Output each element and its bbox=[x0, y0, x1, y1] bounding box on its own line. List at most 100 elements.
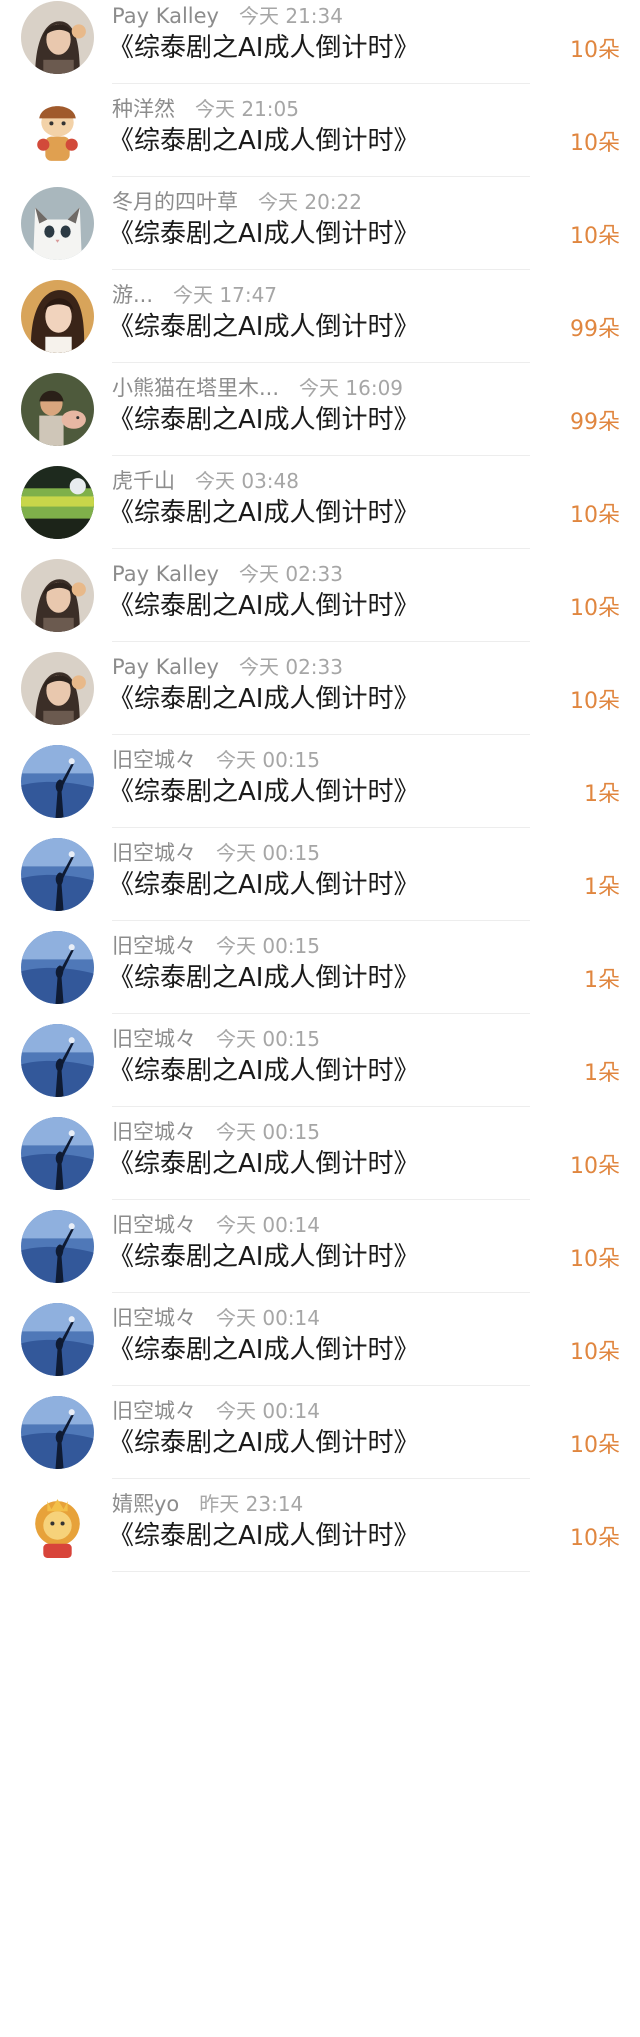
gift-record-row[interactable]: 虎千山 今天 03:48 《综泰剧之AI成人倒计时》 10朵 bbox=[0, 456, 640, 549]
book-title[interactable]: 《综泰剧之AI成人倒计时》 bbox=[108, 496, 419, 530]
record-meta: 旧空城々 今天 00:15 bbox=[112, 745, 320, 775]
gift-record-row[interactable]: Pay Kalley 今天 02:33 《综泰剧之AI成人倒计时》 10朵 bbox=[0, 642, 640, 735]
gift-count: 1朵 bbox=[584, 875, 620, 900]
gift-count: 10朵 bbox=[570, 38, 620, 63]
avatar-silhouette-icon[interactable] bbox=[21, 745, 94, 818]
record-time: 今天 17:47 bbox=[173, 283, 278, 307]
gift-record-row[interactable]: Pay Kalley 今天 21:34 《综泰剧之AI成人倒计时》 10朵 bbox=[0, 0, 640, 84]
divider bbox=[112, 1571, 530, 1572]
book-title[interactable]: 《综泰剧之AI成人倒计时》 bbox=[108, 682, 419, 716]
user-name[interactable]: 旧空城々 bbox=[112, 1213, 196, 1237]
avatar-cartoon-icon[interactable] bbox=[21, 94, 94, 167]
book-title[interactable]: 《综泰剧之AI成人倒计时》 bbox=[108, 868, 419, 902]
gift-record-row[interactable]: 旧空城々 今天 00:15 《综泰剧之AI成人倒计时》 10朵 bbox=[0, 1107, 640, 1200]
book-title[interactable]: 《综泰剧之AI成人倒计时》 bbox=[108, 961, 419, 995]
avatar-landscape-icon[interactable] bbox=[21, 466, 94, 539]
record-time: 今天 00:15 bbox=[216, 1027, 320, 1051]
record-meta: 旧空城々 今天 00:15 bbox=[112, 931, 320, 961]
avatar-lion-icon[interactable] bbox=[21, 1489, 94, 1562]
record-time: 今天 21:34 bbox=[238, 4, 343, 28]
avatar-silhouette-icon[interactable] bbox=[21, 931, 94, 1004]
book-title[interactable]: 《综泰剧之AI成人倒计时》 bbox=[108, 1426, 419, 1460]
user-name[interactable]: 冬月的四叶草 bbox=[112, 190, 238, 214]
avatar-silhouette-icon[interactable] bbox=[21, 838, 94, 911]
gift-count: 10朵 bbox=[570, 131, 620, 156]
user-name[interactable]: 旧空城々 bbox=[112, 1120, 196, 1144]
record-meta: 婧熙yo 昨天 23:14 bbox=[112, 1489, 303, 1519]
user-name[interactable]: Pay Kalley bbox=[112, 655, 219, 679]
user-name[interactable]: 游... bbox=[112, 283, 153, 307]
gift-record-row[interactable]: Pay Kalley 今天 02:33 《综泰剧之AI成人倒计时》 10朵 bbox=[0, 549, 640, 642]
avatar-girl-icon[interactable] bbox=[21, 652, 94, 725]
gift-record-row[interactable]: 旧空城々 今天 00:15 《综泰剧之AI成人倒计时》 1朵 bbox=[0, 828, 640, 921]
record-time: 今天 16:09 bbox=[299, 376, 404, 400]
record-meta: 冬月的四叶草 今天 20:22 bbox=[112, 187, 362, 217]
avatar-woman-icon[interactable] bbox=[21, 280, 94, 353]
gift-record-row[interactable]: 婧熙yo 昨天 23:14 《综泰剧之AI成人倒计时》 10朵 bbox=[0, 1479, 640, 1572]
record-time: 今天 00:14 bbox=[216, 1213, 320, 1237]
record-meta: 种洋然 今天 21:05 bbox=[112, 94, 299, 124]
gift-record-row[interactable]: 旧空城々 今天 00:14 《综泰剧之AI成人倒计时》 10朵 bbox=[0, 1293, 640, 1386]
record-time: 今天 00:14 bbox=[216, 1399, 320, 1423]
record-meta: 虎千山 今天 03:48 bbox=[112, 466, 299, 496]
gift-record-row[interactable]: 游... 今天 17:47 《综泰剧之AI成人倒计时》 99朵 bbox=[0, 270, 640, 363]
record-meta: 旧空城々 今天 00:15 bbox=[112, 1117, 320, 1147]
book-title[interactable]: 《综泰剧之AI成人倒计时》 bbox=[108, 403, 419, 437]
record-meta: 旧空城々 今天 00:14 bbox=[112, 1396, 320, 1426]
record-meta: 小熊猫在塔里木... 今天 16:09 bbox=[112, 373, 403, 403]
avatar-cat-icon[interactable] bbox=[21, 187, 94, 260]
gift-record-row[interactable]: 旧空城々 今天 00:15 《综泰剧之AI成人倒计时》 1朵 bbox=[0, 1014, 640, 1107]
gift-count: 1朵 bbox=[584, 1061, 620, 1086]
record-time: 昨天 23:14 bbox=[199, 1492, 304, 1516]
book-title[interactable]: 《综泰剧之AI成人倒计时》 bbox=[108, 1147, 419, 1181]
gift-record-row[interactable]: 旧空城々 今天 00:15 《综泰剧之AI成人倒计时》 1朵 bbox=[0, 921, 640, 1014]
record-time: 今天 02:33 bbox=[238, 655, 343, 679]
user-name[interactable]: Pay Kalley bbox=[112, 4, 219, 28]
book-title[interactable]: 《综泰剧之AI成人倒计时》 bbox=[108, 217, 419, 251]
gift-record-row[interactable]: 旧空城々 今天 00:14 《综泰剧之AI成人倒计时》 10朵 bbox=[0, 1200, 640, 1293]
book-title[interactable]: 《综泰剧之AI成人倒计时》 bbox=[108, 1054, 419, 1088]
gift-count: 10朵 bbox=[570, 1526, 620, 1551]
book-title[interactable]: 《综泰剧之AI成人倒计时》 bbox=[108, 1333, 419, 1367]
avatar-silhouette-icon[interactable] bbox=[21, 1210, 94, 1283]
avatar-silhouette-icon[interactable] bbox=[21, 1117, 94, 1190]
avatar-silhouette-icon[interactable] bbox=[21, 1396, 94, 1469]
book-title[interactable]: 《综泰剧之AI成人倒计时》 bbox=[108, 124, 419, 158]
user-name[interactable]: 种洋然 bbox=[112, 97, 175, 121]
user-name[interactable]: Pay Kalley bbox=[112, 562, 219, 586]
record-time: 今天 00:15 bbox=[216, 934, 320, 958]
book-title[interactable]: 《综泰剧之AI成人倒计时》 bbox=[108, 1519, 419, 1553]
user-name[interactable]: 小熊猫在塔里木... bbox=[112, 376, 279, 400]
user-name[interactable]: 旧空城々 bbox=[112, 1399, 196, 1423]
record-meta: 游... 今天 17:47 bbox=[112, 280, 277, 310]
gift-count: 10朵 bbox=[570, 1247, 620, 1272]
user-name[interactable]: 旧空城々 bbox=[112, 934, 196, 958]
gift-record-row[interactable]: 旧空城々 今天 00:14 《综泰剧之AI成人倒计时》 10朵 bbox=[0, 1386, 640, 1479]
avatar-girl-icon[interactable] bbox=[21, 559, 94, 632]
user-name[interactable]: 婧熙yo bbox=[112, 1492, 179, 1516]
gift-record-row[interactable]: 冬月的四叶草 今天 20:22 《综泰剧之AI成人倒计时》 10朵 bbox=[0, 177, 640, 270]
user-name[interactable]: 旧空城々 bbox=[112, 841, 196, 865]
avatar-silhouette-icon[interactable] bbox=[21, 1303, 94, 1376]
book-title[interactable]: 《综泰剧之AI成人倒计时》 bbox=[108, 1240, 419, 1274]
gift-count: 10朵 bbox=[570, 1340, 620, 1365]
user-name[interactable]: 旧空城々 bbox=[112, 748, 196, 772]
book-title[interactable]: 《综泰剧之AI成人倒计时》 bbox=[108, 589, 419, 623]
book-title[interactable]: 《综泰剧之AI成人倒计时》 bbox=[108, 775, 419, 809]
avatar-silhouette-icon[interactable] bbox=[21, 1024, 94, 1097]
user-name[interactable]: 旧空城々 bbox=[112, 1027, 196, 1051]
gift-record-row[interactable]: 小熊猫在塔里木... 今天 16:09 《综泰剧之AI成人倒计时》 99朵 bbox=[0, 363, 640, 456]
user-name[interactable]: 旧空城々 bbox=[112, 1306, 196, 1330]
record-time: 今天 02:33 bbox=[238, 562, 343, 586]
gift-record-row[interactable]: 种洋然 今天 21:05 《综泰剧之AI成人倒计时》 10朵 bbox=[0, 84, 640, 177]
avatar-girl-icon[interactable] bbox=[21, 1, 94, 74]
avatar-child-icon[interactable] bbox=[21, 373, 94, 446]
gift-count: 10朵 bbox=[570, 1154, 620, 1179]
gift-count: 1朵 bbox=[584, 782, 620, 807]
record-time: 今天 00:15 bbox=[216, 841, 320, 865]
record-meta: Pay Kalley 今天 21:34 bbox=[112, 1, 343, 31]
book-title[interactable]: 《综泰剧之AI成人倒计时》 bbox=[108, 310, 419, 344]
user-name[interactable]: 虎千山 bbox=[112, 469, 175, 493]
gift-record-row[interactable]: 旧空城々 今天 00:15 《综泰剧之AI成人倒计时》 1朵 bbox=[0, 735, 640, 828]
book-title[interactable]: 《综泰剧之AI成人倒计时》 bbox=[108, 31, 419, 65]
